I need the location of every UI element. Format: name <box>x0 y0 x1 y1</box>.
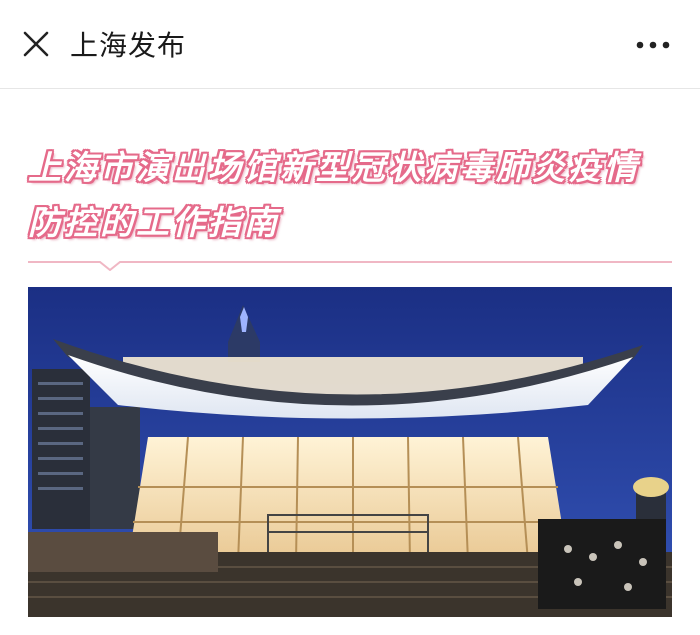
article-title-line2: 防控的工作指南 <box>28 203 280 242</box>
more-dots-icon <box>636 41 670 49</box>
page-title: 上海发布 <box>70 29 187 62</box>
close-icon <box>23 31 49 57</box>
top-bar: 上海发布 <box>0 0 700 89</box>
article-photo[interactable] <box>28 287 672 617</box>
article-title-line1: 上海市演出场馆新型冠状病毒肺炎疫情 <box>28 148 640 187</box>
article-title: 上海市演出场馆新型冠状病毒肺炎疫情 防控的工作指南 <box>28 140 678 250</box>
more-button[interactable] <box>632 30 674 60</box>
title-divider <box>28 256 672 272</box>
close-button[interactable] <box>18 26 54 62</box>
